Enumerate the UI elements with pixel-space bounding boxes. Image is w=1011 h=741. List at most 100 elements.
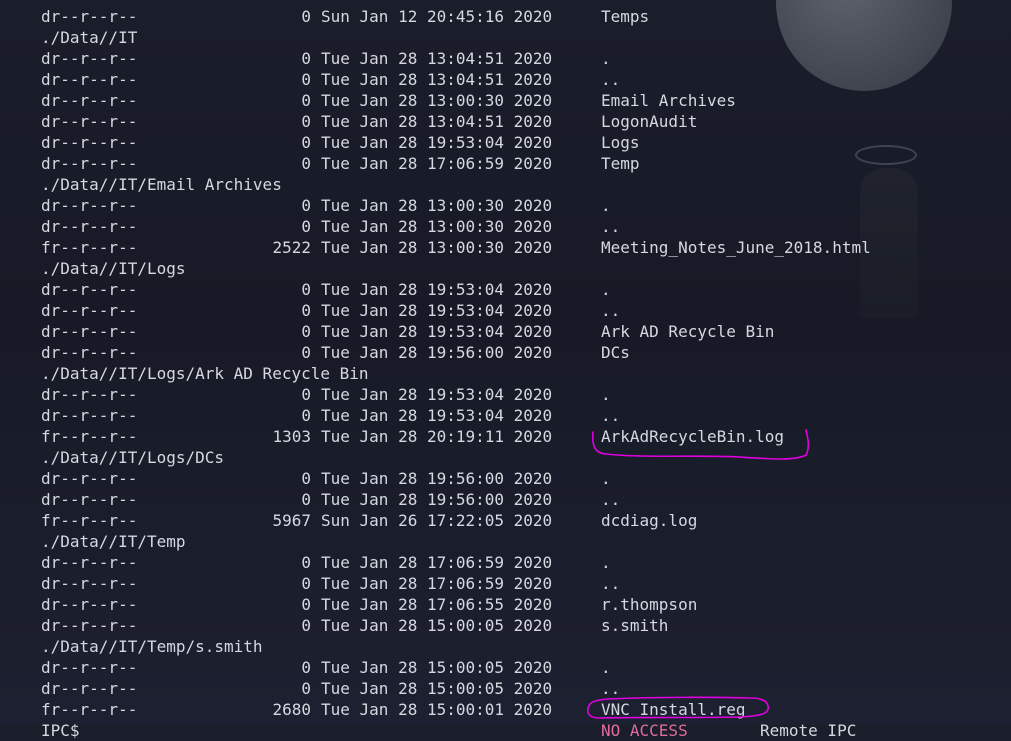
directory-path-line: ./Data//IT xyxy=(0,27,1011,48)
file-date: Tue Jan 28 13:00:30 2020 xyxy=(321,196,553,215)
directory-path: ./Data//IT/Logs xyxy=(41,259,186,278)
file-size: 0 xyxy=(301,658,311,677)
directory-path: ./Data//IT xyxy=(41,28,138,47)
directory-path: ./Data//IT/Logs/Ark AD Recycle Bin xyxy=(41,364,369,383)
directory-path: ./Data//IT/Email Archives xyxy=(41,175,282,194)
file-permissions: dr--r--r-- xyxy=(41,679,138,698)
file-listing-row: dr--r--r-- 0 Tue Jan 28 19:56:00 2020. xyxy=(0,468,1011,489)
file-date: Tue Jan 28 19:53:04 2020 xyxy=(321,301,553,320)
file-listing-row: dr--r--r-- 0 Tue Jan 28 13:04:51 2020.. xyxy=(0,69,1011,90)
file-name: .. xyxy=(601,217,621,236)
file-name: .. xyxy=(601,406,621,425)
file-listing-row: dr--r--r-- 0 Tue Jan 28 17:06:59 2020.. xyxy=(0,573,1011,594)
file-listing-row: fr--r--r-- 1303 Tue Jan 28 20:19:11 2020 Ar… xyxy=(0,426,1011,447)
file-name: Email Archives xyxy=(601,91,736,110)
file-permissions: dr--r--r-- xyxy=(41,469,138,488)
file-size: 0 xyxy=(301,196,311,215)
file-name: Meeting_Notes_June_2018.html xyxy=(601,238,871,257)
file-name: DCs xyxy=(601,343,630,362)
file-permissions: dr--r--r-- xyxy=(41,91,138,110)
file-size: 0 xyxy=(301,133,311,152)
file-name: .. xyxy=(601,490,621,509)
file-size: 0 xyxy=(301,322,311,341)
file-listing-row: dr--r--r-- 0 Tue Jan 28 17:06:59 2020. xyxy=(0,552,1011,573)
file-date: Tue Jan 28 13:04:51 2020 xyxy=(321,49,553,68)
file-permissions: dr--r--r-- xyxy=(41,280,138,299)
file-date: Tue Jan 28 19:56:00 2020 xyxy=(321,490,553,509)
file-permissions: dr--r--r-- xyxy=(41,385,138,404)
file-date: Tue Jan 28 13:04:51 2020 xyxy=(321,112,553,131)
file-name: . xyxy=(601,553,611,572)
file-size: 0 xyxy=(301,154,311,173)
file-size: 0 xyxy=(301,616,311,635)
file-date: Tue Jan 28 20:19:11 2020 xyxy=(321,427,553,446)
file-size: 0 xyxy=(301,679,311,698)
file-size: 0 xyxy=(301,91,311,110)
directory-path-line: ./Data//IT/Email Archives xyxy=(0,174,1011,195)
file-date: Sun Jan 12 20:45:16 2020 xyxy=(321,7,553,26)
file-permissions: dr--r--r-- xyxy=(41,217,138,236)
file-permissions: dr--r--r-- xyxy=(41,49,138,68)
file-permissions: fr--r--r-- xyxy=(41,427,138,446)
directory-path: ./Data//IT/Temp/s.smith xyxy=(41,637,263,656)
file-listing-row: fr--r--r-- 2522 Tue Jan 28 13:00:30 2020 Me… xyxy=(0,237,1011,258)
directory-path-line: ./Data//IT/Logs/DCs xyxy=(0,447,1011,468)
file-permissions: dr--r--r-- xyxy=(41,154,138,173)
terminal-output[interactable]: dr--r--r-- 0 Sun Jan 12 20:45:16 2020 Temps… xyxy=(0,6,1011,741)
file-permissions: dr--r--r-- xyxy=(41,301,138,320)
file-listing-row: dr--r--r-- 0 Tue Jan 28 13:00:30 2020 Email… xyxy=(0,90,1011,111)
file-name: Logs xyxy=(601,133,640,152)
file-size: 5967 xyxy=(272,511,311,530)
file-name: . xyxy=(601,469,611,488)
file-date: Tue Jan 28 13:00:30 2020 xyxy=(321,217,553,236)
file-name: r.thompson xyxy=(601,595,698,614)
file-size: 0 xyxy=(301,217,311,236)
directory-path-line: ./Data//IT/Logs xyxy=(0,258,1011,279)
file-size: 0 xyxy=(301,343,311,362)
file-date: Tue Jan 28 13:04:51 2020 xyxy=(321,70,553,89)
file-date: Tue Jan 28 17:06:59 2020 xyxy=(321,154,553,173)
file-permissions: dr--r--r-- xyxy=(41,406,138,425)
file-size: 0 xyxy=(301,49,311,68)
file-listing-row: dr--r--r-- 0 Tue Jan 28 19:56:00 2020 DCs xyxy=(0,342,1011,363)
file-permissions: dr--r--r-- xyxy=(41,70,138,89)
file-size: 0 xyxy=(301,469,311,488)
file-date: Tue Jan 28 19:53:04 2020 xyxy=(321,385,553,404)
file-name: .. xyxy=(601,574,621,593)
file-date: Tue Jan 28 13:00:30 2020 xyxy=(321,91,553,110)
file-size: 0 xyxy=(301,553,311,572)
file-size: 0 xyxy=(301,574,311,593)
file-name: dcdiag.log xyxy=(601,511,698,530)
file-listing-row: dr--r--r-- 0 Tue Jan 28 19:53:04 2020. xyxy=(0,384,1011,405)
file-size: 0 xyxy=(301,406,311,425)
file-size: 0 xyxy=(301,301,311,320)
file-size: 0 xyxy=(301,490,311,509)
file-size: 0 xyxy=(301,385,311,404)
file-size: 2680 xyxy=(272,700,311,719)
file-permissions: fr--r--r-- xyxy=(41,238,138,257)
file-date: Tue Jan 28 19:56:00 2020 xyxy=(321,343,553,362)
file-date: Tue Jan 28 19:53:04 2020 xyxy=(321,280,553,299)
file-permissions: dr--r--r-- xyxy=(41,112,138,131)
file-name: Temp xyxy=(601,154,640,173)
file-listing-row: dr--r--r-- 0 Sun Jan 12 20:45:16 2020 Temps xyxy=(0,6,1011,27)
file-date: Tue Jan 28 13:00:30 2020 xyxy=(321,238,553,257)
file-permissions: dr--r--r-- xyxy=(41,574,138,593)
file-listing-row: dr--r--r-- 0 Tue Jan 28 15:00:05 2020. xyxy=(0,657,1011,678)
file-listing-row: dr--r--r-- 0 Tue Jan 28 19:53:04 2020. xyxy=(0,279,1011,300)
file-size: 2522 xyxy=(272,238,311,257)
file-date: Tue Jan 28 17:06:59 2020 xyxy=(321,553,553,572)
file-date: Tue Jan 28 17:06:59 2020 xyxy=(321,574,553,593)
file-name: ArkAdRecycleBin.log xyxy=(601,427,785,446)
file-listing-row: dr--r--r-- 0 Tue Jan 28 13:00:30 2020. xyxy=(0,195,1011,216)
file-date: Tue Jan 28 15:00:05 2020 xyxy=(321,616,553,635)
file-name: LogonAudit xyxy=(601,112,698,131)
file-permissions: dr--r--r-- xyxy=(41,133,138,152)
file-name: .. xyxy=(601,70,621,89)
file-permissions: dr--r--r-- xyxy=(41,658,138,677)
file-permissions: fr--r--r-- xyxy=(41,700,138,719)
file-date: Tue Jan 28 19:56:00 2020 xyxy=(321,469,553,488)
file-listing-row: dr--r--r-- 0 Tue Jan 28 13:04:51 2020. xyxy=(0,48,1011,69)
file-listing-row: dr--r--r-- 0 Tue Jan 28 19:53:04 2020.. xyxy=(0,405,1011,426)
file-size: 0 xyxy=(301,7,311,26)
